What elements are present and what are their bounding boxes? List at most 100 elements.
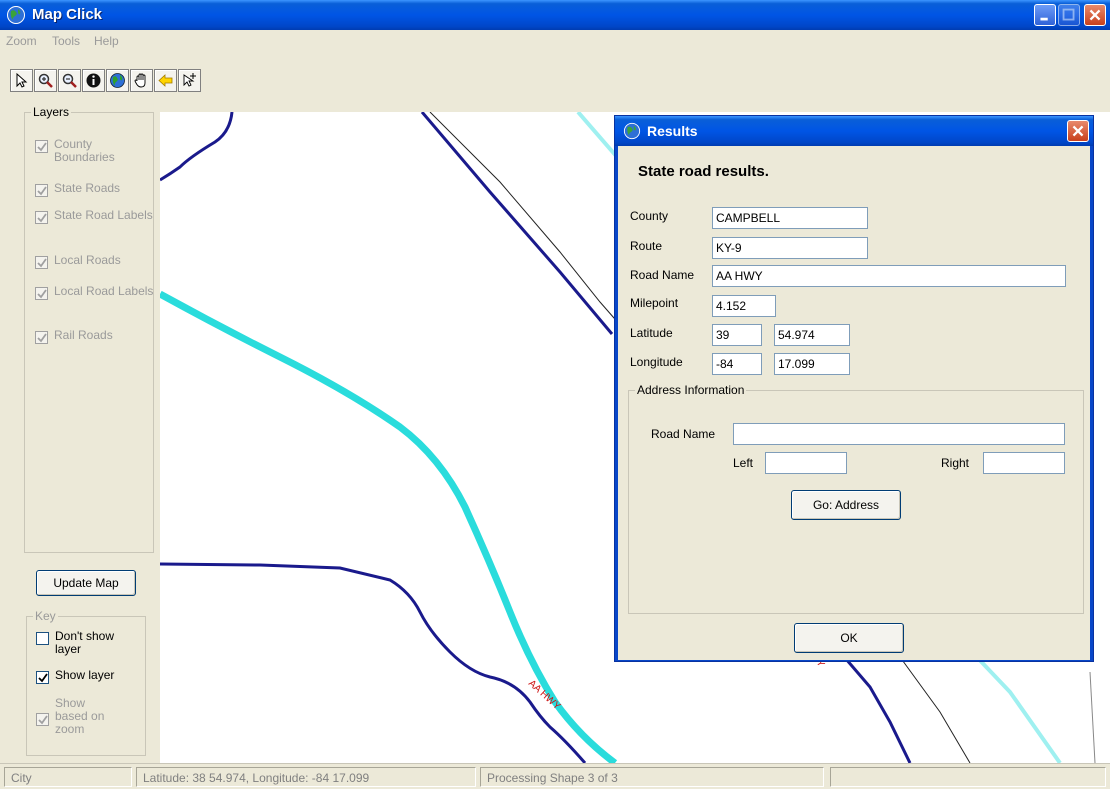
- status-extra: [830, 767, 1106, 787]
- status-bar: City Latitude: 38 54.974, Longitude: -84…: [0, 763, 1110, 789]
- key-checkbox-empty: [36, 632, 49, 645]
- zoom-out-button[interactable]: [58, 69, 81, 92]
- dialog-title: Results: [647, 123, 698, 139]
- layers-groupbox: Layers County Boundaries State Roads Sta…: [24, 105, 154, 553]
- checkmark-icon: [37, 186, 47, 196]
- county-field[interactable]: CAMPBELL: [712, 207, 868, 229]
- latitude-minutes-field[interactable]: 54.974: [774, 324, 850, 346]
- key-checkbox-disabled: [36, 713, 49, 726]
- key-dont-show: Don't show layer: [36, 630, 135, 656]
- select-tool-button[interactable]: [10, 69, 33, 92]
- menu-help[interactable]: Help: [94, 34, 119, 48]
- full-extent-button[interactable]: [106, 69, 129, 92]
- checkmark-icon: [37, 258, 47, 268]
- latitude-label: Latitude: [630, 326, 673, 340]
- longitude-label: Longitude: [630, 355, 683, 369]
- dialog-close-button[interactable]: [1067, 120, 1089, 142]
- pan-button[interactable]: [130, 69, 153, 92]
- milepoint-field[interactable]: 4.152: [712, 295, 776, 317]
- left-field[interactable]: [765, 452, 847, 474]
- layer-row-rail-roads[interactable]: Rail Roads: [35, 329, 154, 344]
- zoom-out-icon: [62, 73, 77, 88]
- checkmark-icon: [37, 289, 47, 299]
- status-layer: City: [4, 767, 132, 787]
- right-label: Right: [941, 456, 970, 470]
- key-title: Key: [33, 609, 58, 623]
- layer-checkbox[interactable]: [35, 287, 48, 300]
- key-show-zoom: Show based on zoom: [36, 697, 115, 736]
- back-arrow-icon: [158, 74, 173, 87]
- layer-row-county-boundaries[interactable]: County Boundaries: [35, 138, 154, 164]
- state-road: [160, 562, 587, 763]
- checkmark-icon: [37, 213, 47, 223]
- results-heading: State road results.: [638, 163, 769, 180]
- key-show: Show layer: [36, 669, 135, 684]
- latitude-degrees-field[interactable]: 39: [712, 324, 762, 346]
- key-groupbox: Key Don't show layer Show layer Show bas…: [26, 609, 146, 756]
- menu-bar: Zoom Tools Help: [0, 30, 1110, 52]
- maximize-button[interactable]: [1058, 4, 1080, 26]
- layer-label: Rail Roads: [54, 328, 113, 342]
- minimize-icon: [1040, 17, 1048, 21]
- layer-checkbox[interactable]: [35, 256, 48, 269]
- ok-button[interactable]: OK: [794, 623, 904, 653]
- layer-checkbox[interactable]: [35, 184, 48, 197]
- layer-checkbox[interactable]: [35, 331, 48, 344]
- route-field[interactable]: KY-9: [712, 237, 868, 259]
- left-panel: Layers County Boundaries State Roads Sta…: [0, 98, 160, 763]
- globe-app-icon: [7, 6, 25, 24]
- layer-label: Local Road Labels: [54, 284, 154, 298]
- rail-road: [429, 112, 636, 343]
- road-name-label: Road Name: [630, 268, 695, 282]
- window-title: Map Click: [32, 6, 103, 23]
- checkmark-icon: [37, 333, 47, 343]
- maximize-icon: [1062, 8, 1075, 21]
- longitude-degrees-field[interactable]: -84: [712, 353, 762, 375]
- layer-label: State Roads: [54, 181, 121, 195]
- key-label: Don't show layer: [55, 629, 114, 656]
- rail-road: [899, 656, 971, 763]
- toolbar: [0, 52, 1110, 98]
- checkmark-icon: [37, 142, 47, 152]
- longitude-minutes-field[interactable]: 17.099: [774, 353, 850, 375]
- layer-label: State Road Labels: [54, 208, 153, 222]
- right-field[interactable]: [983, 452, 1065, 474]
- rail-road: [1089, 671, 1096, 763]
- address-road-name-field[interactable]: [733, 423, 1065, 445]
- address-groupbox: Address Information Road Name Left Right…: [628, 383, 1084, 614]
- zoom-in-button[interactable]: [34, 69, 57, 92]
- layer-row-state-roads[interactable]: State Roads: [35, 182, 154, 197]
- state-road: [420, 112, 614, 335]
- minimize-button[interactable]: [1034, 4, 1056, 26]
- county-label: County: [630, 209, 669, 223]
- layer-checkbox[interactable]: [35, 211, 48, 224]
- checkmark-icon: [38, 673, 48, 683]
- previous-extent-button[interactable]: [154, 69, 177, 92]
- key-label: Show based on zoom: [55, 696, 105, 736]
- status-coordinates: Latitude: 38 54.974, Longitude: -84 17.0…: [136, 767, 476, 787]
- layer-label: County Boundaries: [54, 137, 115, 164]
- menu-tools[interactable]: Tools: [52, 34, 80, 48]
- close-icon: [1089, 9, 1101, 21]
- dialog-title-bar[interactable]: Results: [615, 116, 1093, 146]
- road-name-field[interactable]: AA HWY: [712, 265, 1066, 287]
- hand-pan-icon: [134, 73, 146, 88]
- layer-checkbox[interactable]: [35, 140, 48, 153]
- menu-zoom[interactable]: Zoom: [6, 34, 37, 48]
- key-checkbox-checked: [36, 671, 49, 684]
- key-label: Show layer: [55, 668, 115, 682]
- measure-button[interactable]: [178, 69, 201, 92]
- state-road: [160, 112, 234, 182]
- layer-row-state-road-labels[interactable]: State Road Labels: [35, 209, 154, 224]
- update-map-button[interactable]: Update Map: [36, 570, 136, 596]
- layer-row-local-roads[interactable]: Local Roads: [35, 254, 154, 269]
- layers-title: Layers: [31, 105, 72, 119]
- layer-label: Local Roads: [54, 253, 121, 267]
- title-bar[interactable]: Map Click: [0, 0, 1110, 30]
- layer-row-local-road-labels[interactable]: Local Road Labels: [35, 285, 154, 300]
- go-address-button[interactable]: Go: Address: [791, 490, 901, 520]
- info-icon: [86, 73, 101, 88]
- identify-button[interactable]: [82, 69, 105, 92]
- close-button[interactable]: [1084, 4, 1106, 26]
- address-title: Address Information: [635, 383, 747, 397]
